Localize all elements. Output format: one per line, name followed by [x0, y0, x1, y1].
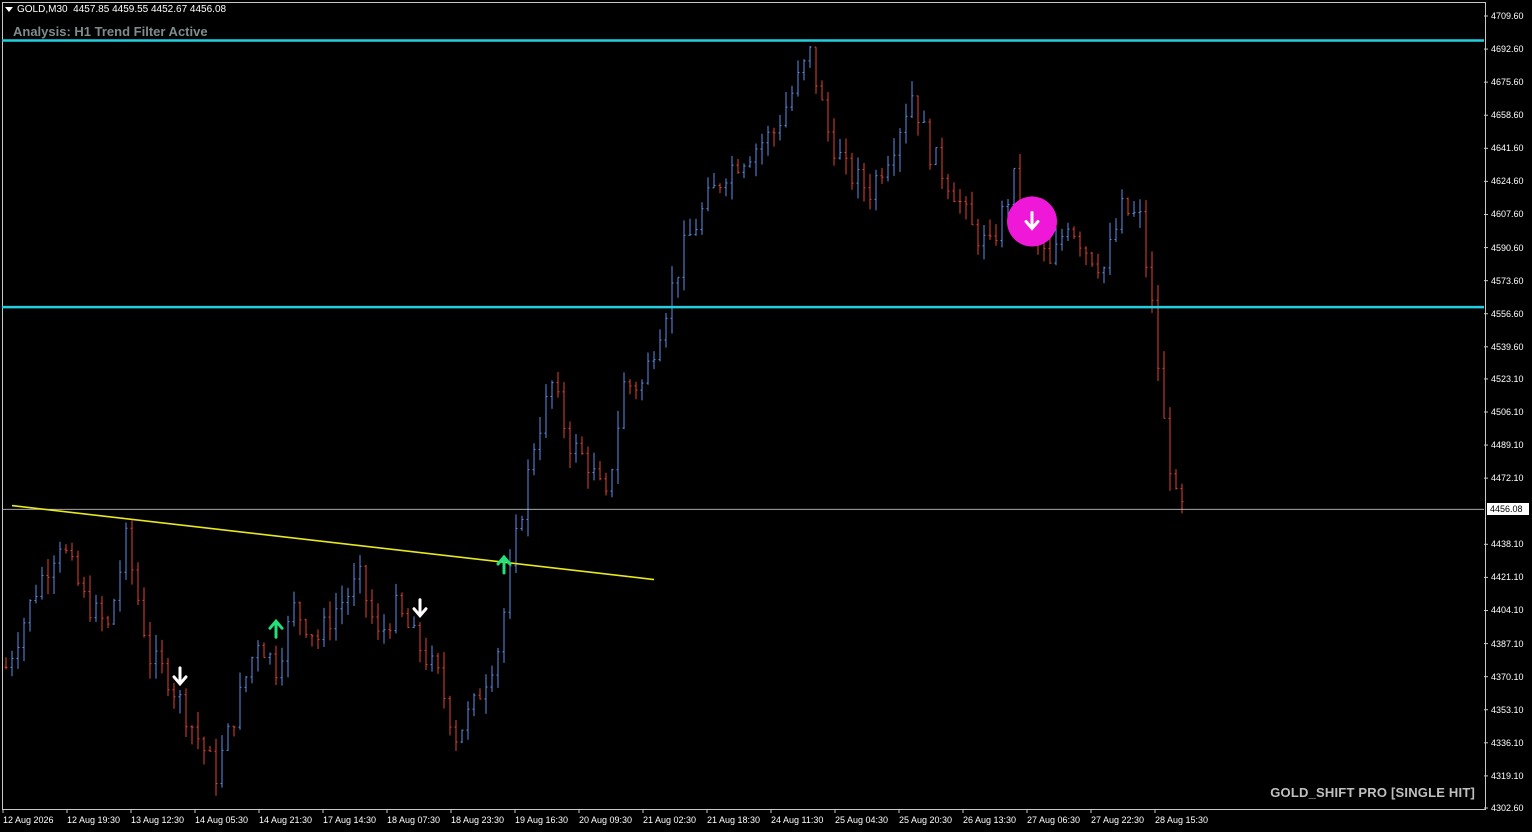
analysis-label: Analysis: H1 Trend Filter Active — [13, 24, 208, 39]
chart-header: GOLD,M30 4457.85 4459.55 4452.67 4456.08 — [5, 4, 226, 15]
time-tick-label: 13 Aug 12:30 — [131, 815, 185, 825]
time-tick-label: 25 Aug 04:30 — [835, 815, 889, 825]
price-tick-label: 4709.60 — [1491, 11, 1524, 21]
price-tick-label: 4319.10 — [1491, 770, 1524, 781]
price-tick-label: 4421.10 — [1491, 572, 1524, 583]
price-tick-label: 4438.10 — [1491, 539, 1524, 550]
price-tick-label: 4692.60 — [1491, 44, 1524, 55]
symbol-menu-icon[interactable] — [5, 6, 13, 12]
ohlc-values: 4457.85 4459.55 4452.67 4456.08 — [73, 4, 227, 15]
price-tick-label: 4370.10 — [1491, 671, 1524, 682]
symbol-timeframe: GOLD,M30 — [17, 4, 68, 15]
time-tick-label: 20 Aug 09:30 — [579, 815, 633, 825]
time-tick-label: 14 Aug 05:30 — [195, 815, 249, 825]
price-tick-label: 4336.10 — [1491, 737, 1524, 748]
time-tick-label: 26 Aug 13:30 — [963, 815, 1017, 825]
price-tick-label: 4353.10 — [1491, 704, 1524, 715]
price-tick-label: 4302.60 — [1491, 803, 1524, 813]
price-tick-label: 4489.10 — [1491, 440, 1524, 451]
time-tick-label: 18 Aug 07:30 — [387, 815, 441, 825]
time-tick-label: 17 Aug 14:30 — [323, 815, 377, 825]
time-tick-label: 28 Aug 15:30 — [1155, 815, 1209, 825]
price-tick-label: 4539.60 — [1491, 341, 1524, 352]
buy-arrow-icon — [496, 554, 512, 575]
sell-arrow-icon — [172, 666, 188, 687]
price-chart[interactable] — [0, 0, 1532, 832]
price-tick-label: 4675.60 — [1491, 77, 1524, 88]
time-tick-label: 12 Aug 2026 — [3, 815, 54, 825]
price-tick-label: 4472.10 — [1491, 473, 1524, 484]
time-tick-label: 12 Aug 19:30 — [67, 815, 121, 825]
price-tick-label: 4523.10 — [1491, 373, 1524, 384]
sell-arrow-icon — [412, 598, 428, 619]
price-tick-label: 4404.10 — [1491, 605, 1524, 616]
trend-line — [11, 504, 655, 581]
price-tick-label: 4641.60 — [1491, 143, 1524, 154]
time-tick-label: 27 Aug 06:30 — [1027, 815, 1081, 825]
time-tick-label: 18 Aug 23:30 — [451, 815, 505, 825]
price-tick-label: 4658.60 — [1491, 110, 1524, 121]
price-tick-label: 4573.60 — [1491, 275, 1524, 286]
price-tick-label: 4506.10 — [1491, 407, 1524, 417]
price-tick-label: 4387.10 — [1491, 638, 1524, 649]
price-tick-label: 4624.60 — [1491, 176, 1524, 187]
time-tick-label: 25 Aug 20:30 — [899, 815, 953, 825]
price-tick-label: 4590.60 — [1491, 242, 1524, 253]
buy-arrow-icon — [268, 618, 284, 639]
time-tick-label: 21 Aug 02:30 — [643, 815, 697, 825]
time-tick-label: 19 Aug 16:30 — [515, 815, 569, 825]
time-tick-label: 14 Aug 21:30 — [259, 815, 313, 825]
time-tick-label: 21 Aug 18:30 — [707, 815, 761, 825]
indicator-watermark: GOLD_SHIFT PRO [SINGLE HIT] — [1270, 785, 1475, 800]
price-tick-label: 4556.60 — [1491, 308, 1524, 319]
time-tick-label: 27 Aug 22:30 — [1091, 815, 1145, 825]
price-tick-label: 4607.60 — [1491, 209, 1524, 220]
time-tick-label: 24 Aug 11:30 — [771, 815, 824, 825]
current-price-label: 4456.08 — [1487, 503, 1529, 516]
